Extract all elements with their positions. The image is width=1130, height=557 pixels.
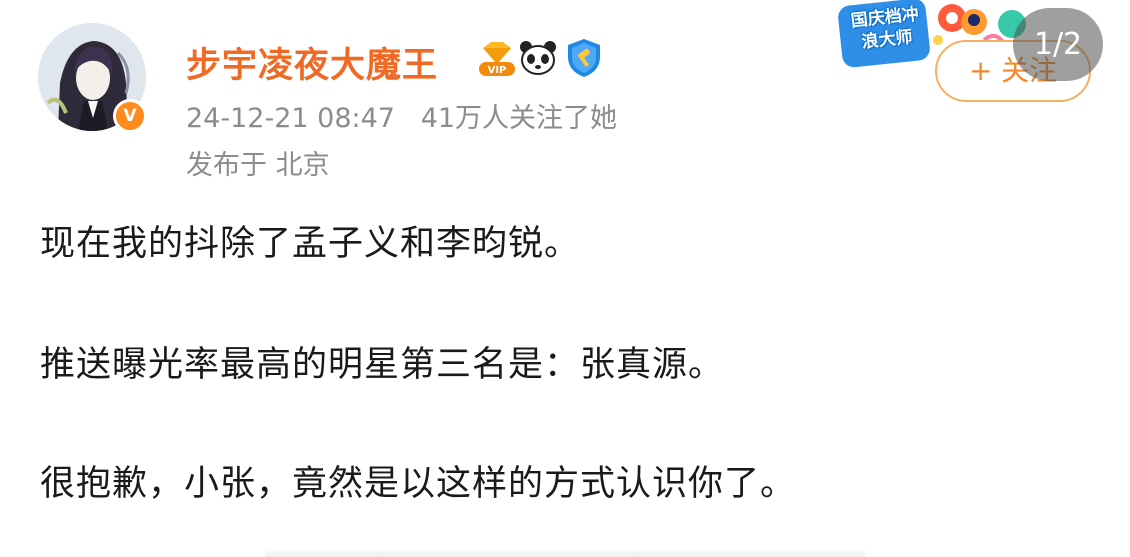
post-text-line-1: 现在我的抖除了孟子义和李昀锐。 bbox=[40, 224, 581, 264]
post-location: 发布于 北京 bbox=[186, 150, 330, 181]
panda-icon bbox=[518, 38, 558, 82]
promo-text: 国庆档冲浪大师 bbox=[849, 4, 920, 53]
verified-v-icon: V bbox=[113, 99, 147, 133]
vip-diamond-icon: VIP bbox=[477, 40, 517, 82]
username[interactable]: 步宇凌夜大魔王 bbox=[186, 37, 438, 88]
svg-text:VIP: VIP bbox=[488, 65, 507, 76]
post-meta: 24-12-21 08:47 41万人关注了她 bbox=[186, 103, 618, 134]
image-pager: 1/2 bbox=[1013, 8, 1103, 81]
bottom-divider bbox=[265, 548, 865, 557]
shield-hammer-icon bbox=[564, 37, 604, 83]
post-text-line-2: 推送曝光率最高的明星第三名是：张真源。 bbox=[40, 345, 725, 385]
post-text-line-3: 很抱歉，小张，竟然是以这样的方式认识你了。 bbox=[40, 464, 797, 504]
